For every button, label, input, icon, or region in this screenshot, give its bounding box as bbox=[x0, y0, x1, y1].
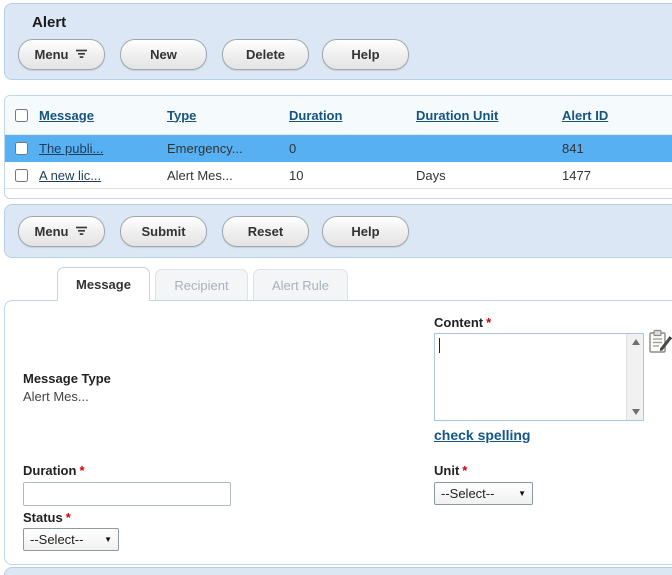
bottom-panel-strip bbox=[4, 567, 672, 575]
unit-select[interactable]: --Select-- ▼ bbox=[434, 482, 533, 505]
unit-label: Unit* bbox=[434, 463, 467, 478]
tab-alert-rule[interactable]: Alert Rule bbox=[253, 269, 348, 300]
row-checkbox[interactable] bbox=[15, 169, 28, 182]
required-marker: * bbox=[486, 315, 491, 330]
unit-select-value: --Select-- bbox=[441, 486, 494, 501]
tab-message[interactable]: Message bbox=[57, 267, 150, 301]
alert-module-screen: Alert Menu New Delete Help Message Type … bbox=[0, 0, 672, 575]
duration-input[interactable] bbox=[23, 482, 231, 506]
check-spelling-link[interactable]: check spelling bbox=[434, 427, 530, 443]
content-label: Content* bbox=[434, 315, 491, 330]
status-select-value: --Select-- bbox=[30, 532, 83, 547]
select-all-checkbox[interactable] bbox=[15, 109, 28, 122]
table-header-row: Message Type Duration Duration Unit Aler… bbox=[5, 96, 672, 135]
required-marker: * bbox=[462, 463, 467, 478]
reset-button[interactable]: Reset bbox=[222, 216, 309, 247]
row-checkbox[interactable] bbox=[15, 142, 28, 155]
menu-dropdown-icon bbox=[75, 47, 88, 62]
duration-label: Duration* bbox=[23, 463, 85, 478]
scroll-down-icon[interactable] bbox=[627, 404, 644, 420]
status-select[interactable]: --Select-- ▼ bbox=[23, 528, 119, 551]
table-row[interactable]: A new lic... Alert Mes... 10 Days 1477 bbox=[5, 162, 672, 189]
column-header-message[interactable]: Message bbox=[39, 96, 94, 134]
row-duration: 10 bbox=[289, 162, 303, 188]
row-message-link[interactable]: A new lic... bbox=[39, 162, 101, 188]
menu-button-label: Menu bbox=[35, 224, 69, 239]
chevron-down-icon: ▼ bbox=[104, 535, 112, 544]
menu-button-top[interactable]: Menu bbox=[18, 39, 105, 70]
new-button[interactable]: New bbox=[120, 39, 207, 70]
delete-button[interactable]: Delete bbox=[222, 39, 309, 70]
page-title: Alert bbox=[32, 14, 66, 31]
row-alert-id: 1477 bbox=[562, 162, 591, 188]
alerts-table: Message Type Duration Duration Unit Aler… bbox=[4, 95, 672, 199]
form-toolbar-panel: Menu Submit Reset Help bbox=[4, 204, 672, 258]
text-caret bbox=[439, 338, 440, 353]
message-type-label: Message Type bbox=[23, 371, 111, 386]
chevron-down-icon: ▼ bbox=[518, 489, 526, 498]
top-toolbar-panel: Alert Menu New Delete Help bbox=[4, 3, 672, 80]
column-header-duration-unit[interactable]: Duration Unit bbox=[416, 96, 498, 134]
message-tab-panel: Content* check spelling bbox=[4, 300, 672, 565]
required-marker: * bbox=[66, 510, 71, 525]
help-button-top[interactable]: Help bbox=[322, 39, 409, 70]
menu-dropdown-icon bbox=[75, 224, 88, 239]
row-alert-id: 841 bbox=[562, 135, 584, 162]
row-duration: 0 bbox=[289, 135, 296, 162]
row-message-link[interactable]: The publi... bbox=[39, 135, 103, 162]
menu-button-form[interactable]: Menu bbox=[18, 216, 105, 247]
table-row-selected[interactable]: The publi... Emergency... 0 841 bbox=[5, 135, 672, 162]
row-duration-unit: Days bbox=[416, 162, 446, 188]
content-scrollbar[interactable] bbox=[626, 334, 643, 420]
column-header-duration[interactable]: Duration bbox=[289, 96, 342, 134]
row-type: Alert Mes... bbox=[167, 162, 233, 188]
submit-button[interactable]: Submit bbox=[120, 216, 207, 247]
menu-button-label: Menu bbox=[35, 47, 69, 62]
scroll-up-icon[interactable] bbox=[627, 334, 644, 350]
required-marker: * bbox=[79, 463, 84, 478]
rich-text-editor-icon[interactable] bbox=[648, 329, 672, 355]
column-header-alert-id[interactable]: Alert ID bbox=[562, 96, 608, 134]
row-type: Emergency... bbox=[167, 135, 243, 162]
column-header-type[interactable]: Type bbox=[167, 96, 196, 134]
tab-recipient[interactable]: Recipient bbox=[155, 269, 248, 300]
content-textarea[interactable] bbox=[434, 333, 644, 421]
help-button-form[interactable]: Help bbox=[322, 216, 409, 247]
message-type-value: Alert Mes... bbox=[23, 389, 89, 404]
status-label: Status* bbox=[23, 510, 71, 525]
